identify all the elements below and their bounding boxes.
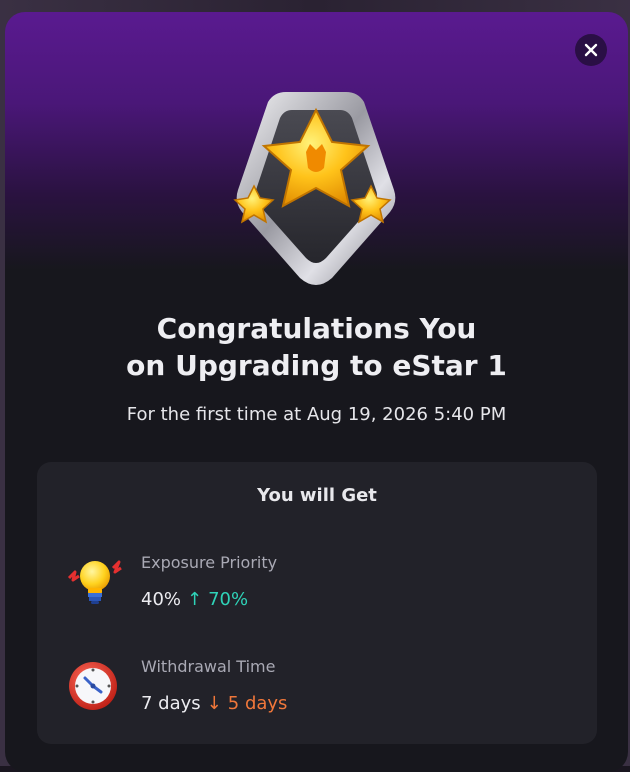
new-value: 5 days (227, 693, 288, 714)
title-line-1: Congratulations You (156, 312, 477, 345)
close-button[interactable] (575, 34, 607, 66)
modal-title: Congratulations You on Upgrading to eSta… (5, 310, 628, 384)
benefit-values: 7 days ↓ 5 days (141, 692, 287, 716)
lightbulb-icon (67, 560, 122, 604)
benefit-label: Withdrawal Time (141, 657, 276, 676)
benefit-values: 40% ↑ 70% (141, 588, 248, 612)
close-icon (584, 43, 598, 57)
benefits-title: You will Get (257, 485, 377, 506)
title-line-2: on Upgrading to eStar 1 (126, 349, 507, 382)
upgrade-timestamp: For the first time at Aug 19, 2026 5:40 … (126, 404, 507, 425)
benefit-label: Exposure Priority (141, 553, 278, 572)
benefit-withdrawal-time: Withdrawal Time 7 days ↓ 5 days (37, 656, 597, 726)
new-value: 70% (208, 589, 249, 610)
benefits-panel: You will Get Exposure Priority 40% ↑ 70%… (37, 462, 597, 744)
old-value: 40% (141, 589, 182, 610)
upgrade-modal: Congratulations You on Upgrading to eSta… (5, 12, 628, 772)
clock-icon (69, 662, 117, 710)
arrow-up-icon: ↑ (187, 589, 203, 610)
old-value: 7 days (141, 693, 201, 714)
arrow-down-icon: ↓ (206, 693, 222, 714)
star-badge-icon (233, 92, 396, 285)
benefit-exposure-priority: Exposure Priority 40% ↑ 70% (37, 552, 597, 622)
